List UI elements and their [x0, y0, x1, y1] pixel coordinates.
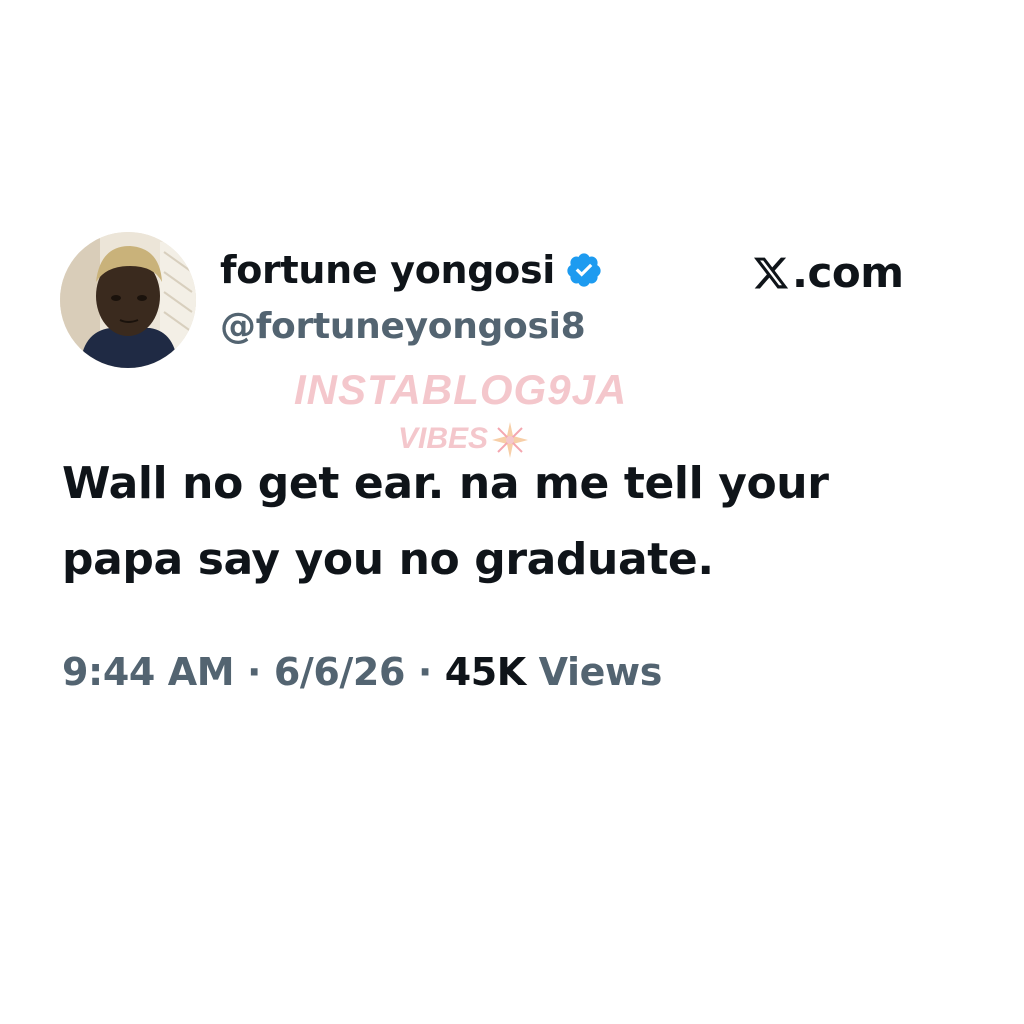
tweet-date[interactable]: 6/6/26 [274, 650, 406, 694]
user-handle[interactable]: @fortuneyongosi8 [220, 306, 586, 347]
tweet-card: fortune yongosi @fortuneyongosi8 .com IN… [0, 0, 1024, 1024]
display-name-text: fortune yongosi [220, 248, 556, 292]
avatar[interactable] [60, 232, 196, 368]
verified-badge-icon [567, 253, 601, 287]
tweet-time[interactable]: 9:44 AM [62, 650, 235, 694]
display-name[interactable]: fortune yongosi [220, 248, 603, 292]
brand-link[interactable]: .com [752, 248, 904, 297]
profile-photo [60, 232, 196, 368]
views-count: 45K [444, 650, 527, 694]
tweet-line-1: Wall no get ear. na me tell your [62, 458, 829, 509]
tweet-body: Wall no get ear. na me tell your papa sa… [62, 446, 962, 598]
views-label: Views [525, 650, 663, 694]
brand-text: .com [792, 248, 904, 297]
meta-separator: · [234, 650, 274, 694]
watermark-main-text: INSTABLOG9JA [294, 366, 628, 413]
tweet-line-2: papa say you no graduate. [62, 534, 714, 585]
meta-separator: · [405, 650, 445, 694]
x-logo-icon [753, 257, 789, 288]
tweet-meta: 9:44 AM · 6/6/26 · 45K Views [62, 650, 662, 694]
